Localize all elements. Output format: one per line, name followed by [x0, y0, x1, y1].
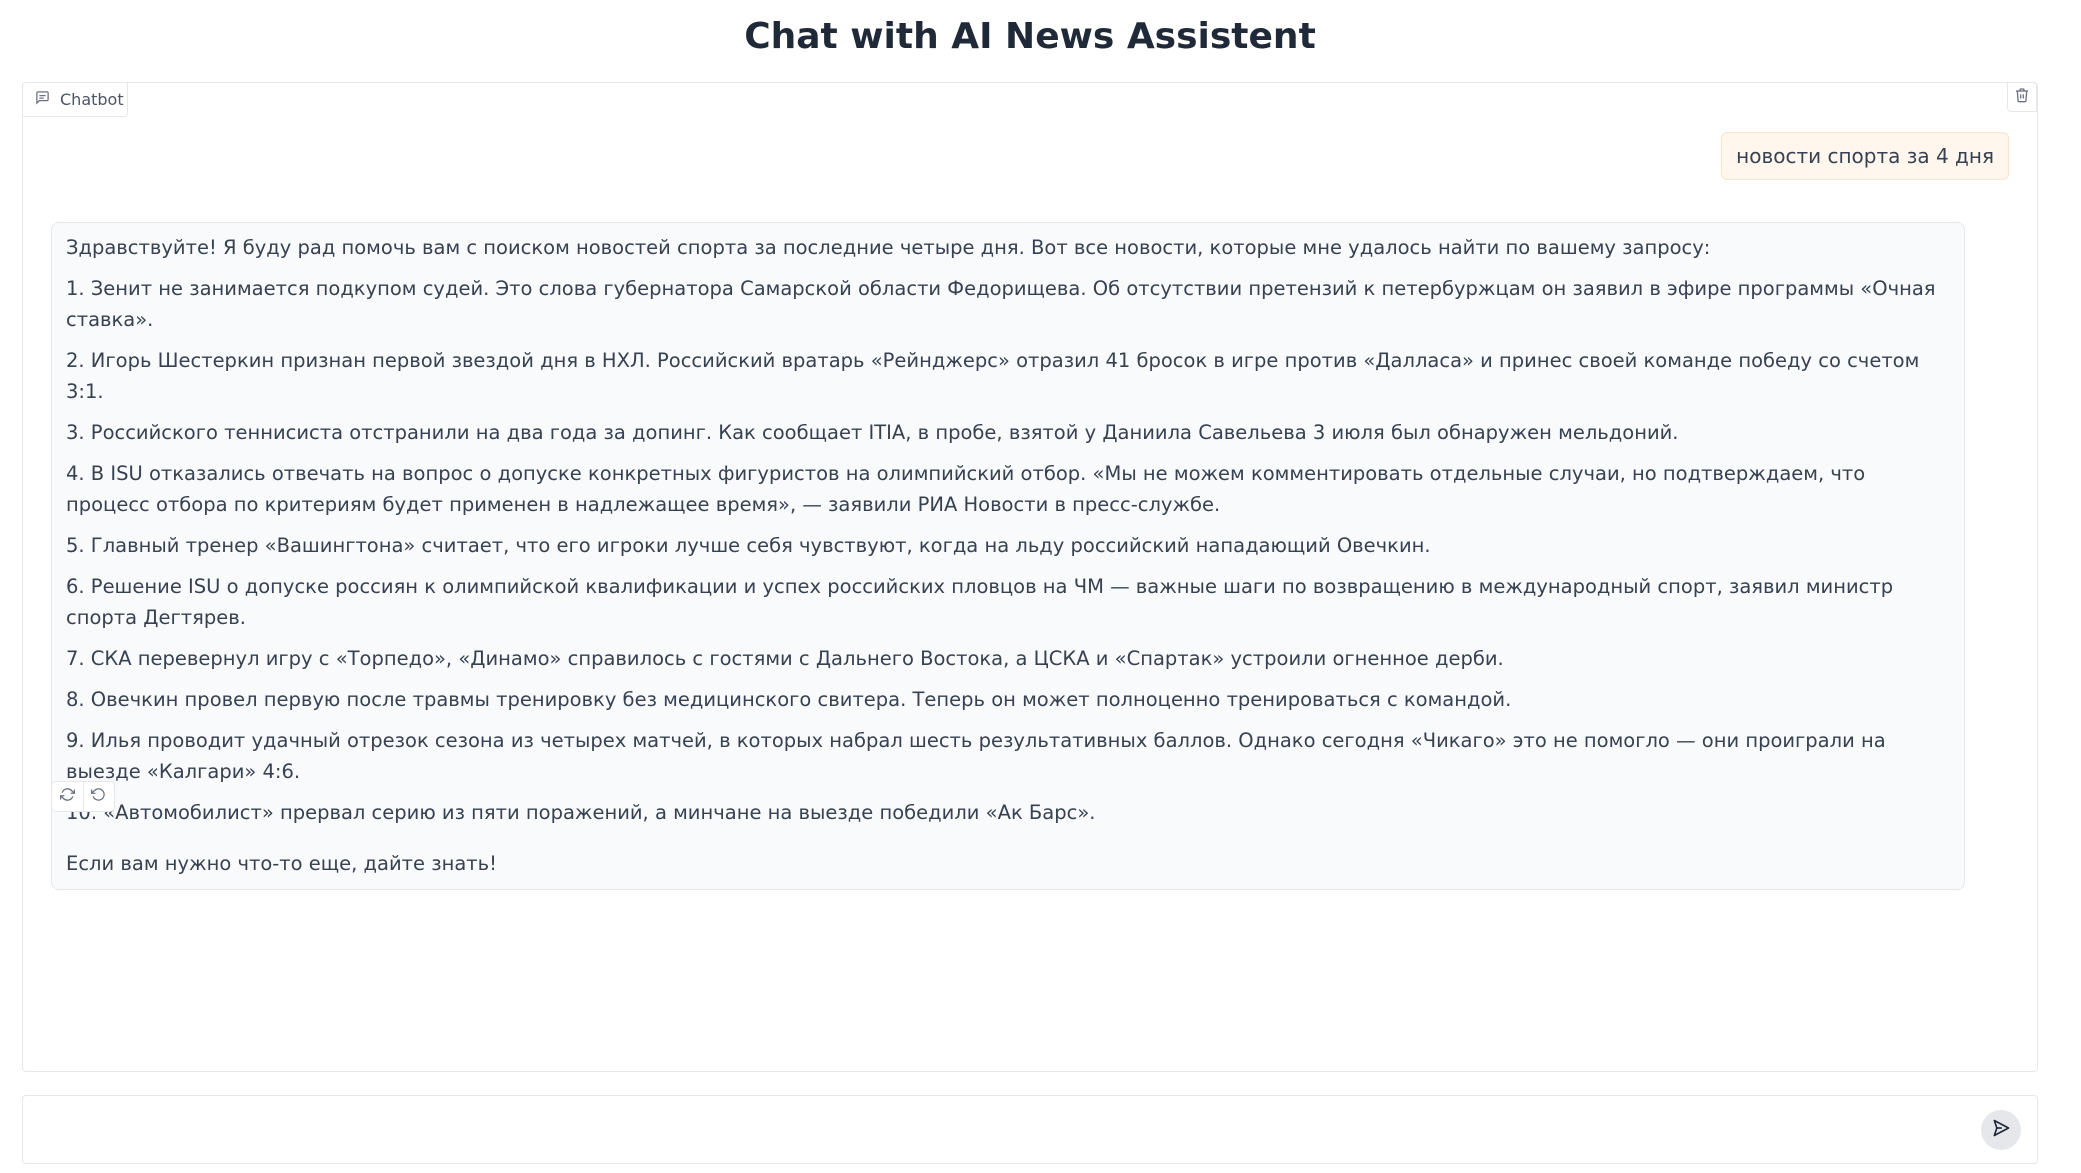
user-message: новости спорта за 4 дня [1721, 132, 2009, 180]
undo-icon [91, 787, 106, 806]
news-item: 4. В ISU отказались отвечать на вопрос о… [66, 462, 1866, 516]
chatbot-panel: Chatbot новости спорта за 4 дня Здравств… [22, 82, 2038, 1072]
chatbot-label: Chatbot [22, 82, 128, 117]
bot-message: Здравствуйте! Я буду рад помочь вам с по… [51, 222, 1965, 890]
send-arrow-icon [1991, 1118, 2011, 1142]
news-item: 10. «Автомобилист» прервал серию из пяти… [66, 801, 1096, 824]
message-input[interactable] [37, 1110, 1957, 1150]
page-title: Chat with AI News Assistent [744, 16, 1316, 57]
news-list: 1. Зенит не занимается подкупом судей. Э… [66, 273, 1950, 828]
refresh-icon [59, 787, 75, 806]
chatbot-label-text: Chatbot [60, 90, 124, 109]
clear-chat-button[interactable] [2007, 82, 2037, 112]
retry-button[interactable] [52, 782, 83, 811]
news-item: 7. СКА перевернул игру с «Торпедо», «Дин… [66, 647, 1504, 670]
trash-icon [2014, 87, 2030, 107]
news-item: 2. Игорь Шестеркин признан первой звездо… [66, 349, 1920, 403]
news-item: 5. Главный тренер «Вашингтона» считает, … [66, 534, 1431, 557]
bot-message-intro: Здравствуйте! Я буду рад помочь вам с по… [66, 236, 1711, 259]
send-button[interactable] [1981, 1110, 2021, 1150]
undo-button[interactable] [82, 782, 115, 811]
bot-message-closing: Если вам нужно что-то еще, дайте знать! [66, 852, 497, 875]
news-item: 6. Решение ISU о допуске россиян к олимп… [66, 575, 1894, 629]
news-item: 1. Зенит не занимается подкупом судей. Э… [66, 277, 1936, 331]
message-actions [51, 781, 115, 812]
chat-bubble-icon [35, 90, 50, 109]
news-item: 9. Илья проводит удачный отрезок сезона … [66, 729, 1886, 783]
news-item: 8. Овечкин провел первую после травмы тр… [66, 688, 1512, 711]
message-input-bar [22, 1095, 2038, 1164]
news-item: 3. Российского теннисиста отстранили на … [66, 421, 1679, 444]
